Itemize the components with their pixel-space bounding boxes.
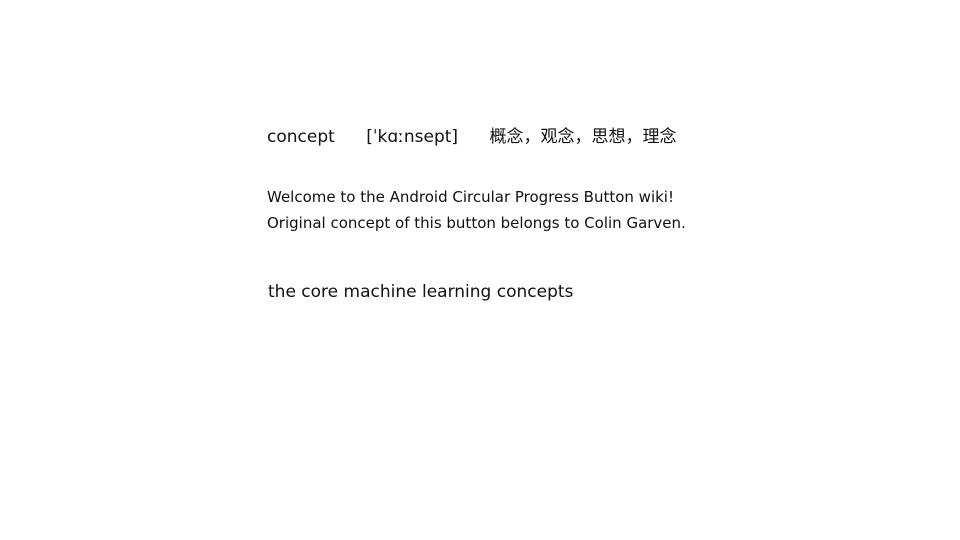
entry-word: concept xyxy=(267,127,335,147)
dictionary-entry: concept [ˈkɑːnsept] 概念，观念，思想，理念 xyxy=(267,125,676,149)
paragraph-line-1: Welcome to the Android Circular Progress… xyxy=(267,188,674,206)
entry-phonetic: [ˈkɑːnsept] xyxy=(366,127,459,147)
entry-translation: 概念，观念，思想，理念 xyxy=(489,127,677,147)
paragraph-line-2: Original concept of this button belongs … xyxy=(267,214,686,232)
example-phrase: the core machine learning concepts xyxy=(268,282,574,302)
example-paragraph: Welcome to the Android Circular Progress… xyxy=(267,184,686,236)
